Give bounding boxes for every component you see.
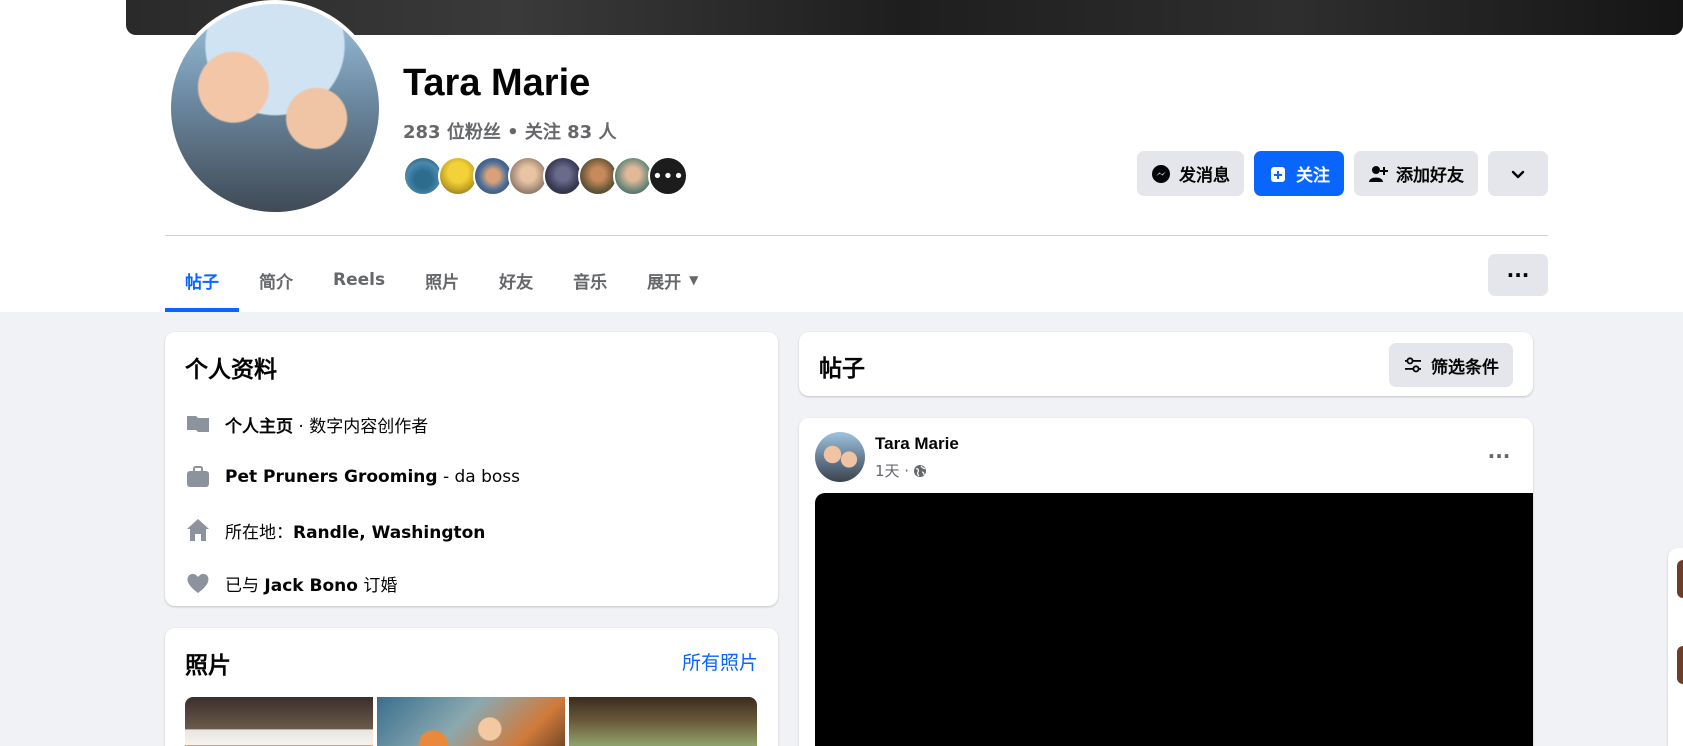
- intro-item-work: Pet Pruners Grooming - da boss: [185, 464, 520, 490]
- tab-label: Reels: [333, 270, 386, 290]
- tab-label: 好友: [499, 272, 534, 293]
- profile-avatar[interactable]: [167, 0, 383, 216]
- friend-avatar[interactable]: [508, 156, 548, 196]
- post-meta: 1天 ·: [875, 460, 927, 481]
- home-icon: [185, 517, 211, 543]
- tab-friends[interactable]: 好友: [479, 248, 553, 312]
- tab-reels[interactable]: Reels: [313, 248, 405, 312]
- follow-button[interactable]: 关注: [1254, 151, 1344, 196]
- tab-label: 简介: [259, 272, 293, 293]
- contact-avatar[interactable]: [1677, 560, 1683, 598]
- profile-name: Tara Marie: [403, 62, 591, 104]
- intro-relationship-prefix: 已与: [225, 575, 265, 596]
- photos-card: 照片 所有照片: [165, 628, 778, 746]
- friend-avatar[interactable]: [613, 156, 653, 196]
- tab-label: 照片: [425, 272, 460, 293]
- friend-avatar[interactable]: [578, 156, 618, 196]
- friend-avatar[interactable]: [543, 156, 583, 196]
- messenger-icon: [1152, 164, 1170, 183]
- post-timestamp[interactable]: 1天 ·: [875, 460, 909, 481]
- more-actions-dropdown[interactable]: [1488, 151, 1548, 196]
- message-button[interactable]: 发消息: [1137, 151, 1244, 196]
- caret-down-icon: ▼: [689, 273, 699, 287]
- follow-button-label: 关注: [1296, 166, 1330, 186]
- more-dots-icon: •••: [652, 165, 684, 187]
- tab-label: 帖子: [185, 272, 219, 293]
- profile-actions: 发消息 关注 添加好友: [1137, 151, 1548, 196]
- post-options-button[interactable]: ···: [1481, 438, 1517, 474]
- posts-title: 帖子: [819, 356, 865, 382]
- add-friend-button[interactable]: 添加好友: [1354, 151, 1478, 196]
- header-divider: [165, 235, 1548, 236]
- tab-label: 音乐: [573, 272, 608, 293]
- post-author-name[interactable]: Tara Marie: [875, 434, 959, 454]
- all-photos-link[interactable]: 所有照片: [682, 648, 758, 675]
- intro-relationship-suffix: 订婚: [357, 575, 398, 596]
- intro-card: 个人资料 个人主页 · 数字内容创作者 Pet Pruners Grooming…: [165, 332, 778, 606]
- briefcase-icon: [185, 464, 211, 490]
- chevron-down-icon: [1511, 170, 1525, 178]
- tab-photos[interactable]: 照片: [405, 248, 479, 312]
- photo-thumbnail[interactable]: [185, 697, 373, 746]
- add-friend-icon: [1369, 165, 1388, 182]
- intro-location-prefix: 所在地：: [225, 522, 293, 543]
- intro-work-link[interactable]: Pet Pruners Grooming: [225, 467, 438, 487]
- intro-location-link[interactable]: Randle, Washington: [293, 523, 485, 543]
- flag-icon: [185, 411, 211, 437]
- follow-icon: [1271, 166, 1285, 182]
- mutual-friends-row: •••: [403, 156, 688, 196]
- follower-stats[interactable]: 283 位粉丝 • 关注 83 人: [403, 118, 616, 144]
- post-card: Tara Marie 1天 · ···: [799, 418, 1533, 746]
- message-button-label: 发消息: [1179, 166, 1230, 186]
- heart-icon: [185, 570, 211, 596]
- tab-about[interactable]: 简介: [239, 248, 313, 312]
- add-friend-button-label: 添加好友: [1396, 166, 1464, 186]
- tab-music[interactable]: 音乐: [553, 248, 627, 312]
- intro-item-page: 个人主页 · 数字内容创作者: [185, 411, 428, 437]
- tab-posts[interactable]: 帖子: [165, 248, 239, 312]
- filter-sliders-icon: [1405, 357, 1421, 373]
- friend-avatar[interactable]: [438, 156, 478, 196]
- intro-relationship-partner[interactable]: Jack Bono: [264, 576, 358, 596]
- photo-thumbnail[interactable]: [569, 697, 757, 746]
- friend-avatar[interactable]: [473, 156, 513, 196]
- intro-work-role: - da boss: [437, 467, 521, 487]
- posts-header-card: 帖子 筛选条件: [799, 332, 1533, 396]
- profile-tabs: 帖子 简介 Reels 照片 好友 音乐 展开 ▼: [165, 248, 718, 312]
- more-dots-icon: ···: [1506, 263, 1530, 287]
- tabs-more-button[interactable]: ···: [1488, 254, 1548, 296]
- tab-label: 展开: [647, 272, 682, 293]
- filter-button-label: 筛选条件: [1431, 357, 1499, 378]
- tab-more[interactable]: 展开 ▼: [627, 248, 718, 312]
- cover-photo[interactable]: [126, 0, 1683, 35]
- filter-button[interactable]: 筛选条件: [1389, 343, 1513, 387]
- photo-thumbnail[interactable]: [377, 697, 565, 746]
- intro-item-relationship: 已与 Jack Bono 订婚: [185, 570, 397, 596]
- globe-icon: [914, 464, 927, 477]
- intro-page-label: 个人主页: [225, 416, 293, 437]
- more-friends-button[interactable]: •••: [648, 156, 688, 196]
- post-video[interactable]: [815, 493, 1533, 746]
- intro-item-location: 所在地：Randle, Washington: [185, 517, 485, 543]
- more-dots-icon: ···: [1487, 444, 1511, 468]
- intro-title: 个人资料: [185, 357, 277, 383]
- photos-title: 照片: [185, 653, 231, 679]
- friend-avatar[interactable]: [403, 156, 443, 196]
- post-author-avatar[interactable]: [815, 432, 865, 482]
- contact-avatar[interactable]: [1677, 646, 1683, 684]
- intro-page-category: · 数字内容创作者: [293, 416, 429, 437]
